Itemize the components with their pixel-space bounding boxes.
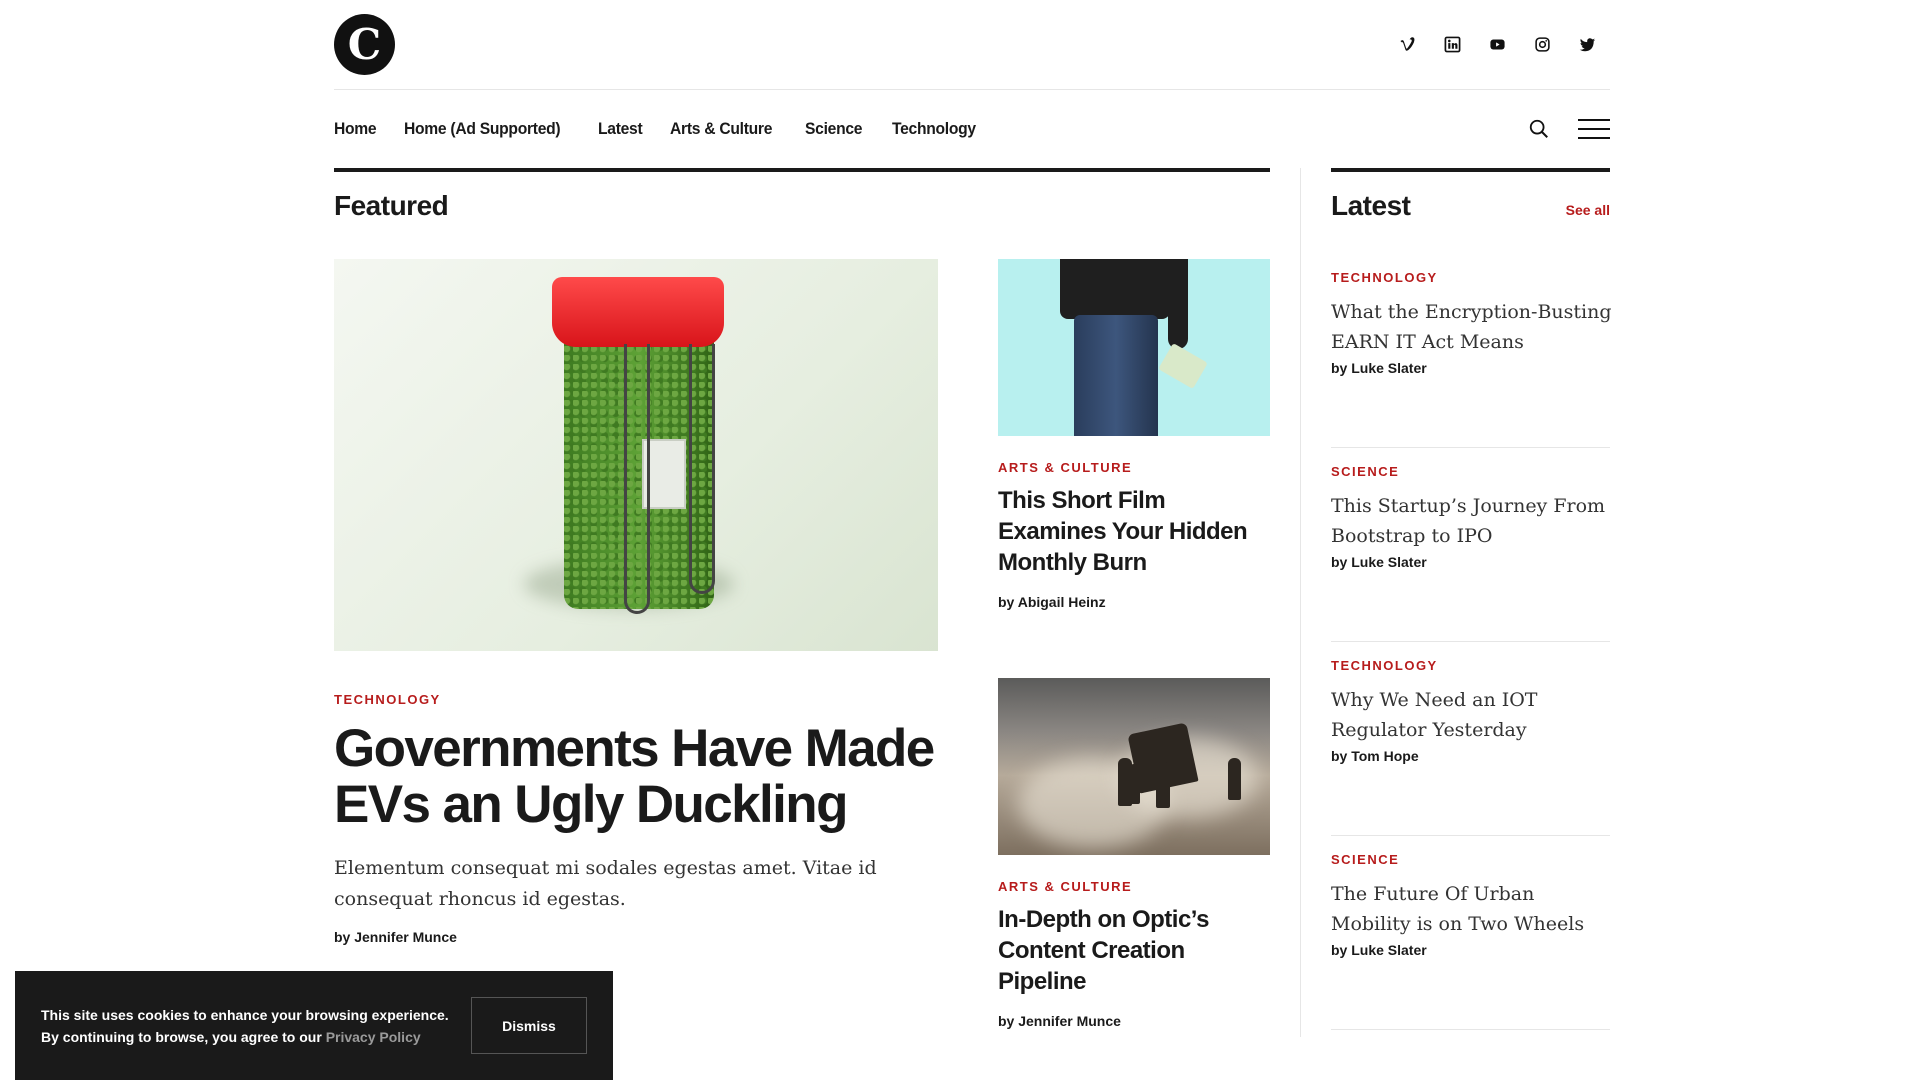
latest-header: Latest See all bbox=[1331, 172, 1610, 226]
social-links bbox=[1385, 30, 1610, 60]
latest-section: Latest See all TECHNOLOGY What the Encry… bbox=[1331, 168, 1612, 1037]
list-item-title[interactable]: What the Encryption-Busting EARN IT Act … bbox=[1331, 297, 1616, 357]
featured-card-byline: by Jennifer Munce bbox=[998, 1013, 1121, 1029]
featured-card: ARTS & CULTURE This Short Film Examines … bbox=[998, 259, 1270, 610]
list-item-title[interactable]: Why We Need an IOT Regulator Yesterday bbox=[1331, 685, 1616, 745]
image-pump-top bbox=[552, 277, 724, 347]
latest-list: TECHNOLOGY What the Encryption-Busting E… bbox=[1331, 254, 1612, 1030]
image-figure bbox=[1228, 758, 1241, 800]
list-item-category[interactable]: TECHNOLOGY bbox=[1331, 658, 1438, 673]
main-content: Featured TECHNOLOGY Governments Have Mad… bbox=[334, 168, 1612, 1037]
list-item-category[interactable]: TECHNOLOGY bbox=[1331, 270, 1438, 285]
featured-card-title[interactable]: This Short Film Examines Your Hidden Mon… bbox=[998, 485, 1270, 578]
instagram-icon[interactable] bbox=[1520, 30, 1565, 60]
list-item-byline: by Luke Slater bbox=[1331, 942, 1427, 958]
nav-item-arts-culture[interactable]: Arts & Culture bbox=[670, 119, 772, 139]
list-item-category[interactable]: SCIENCE bbox=[1331, 852, 1399, 867]
image-money bbox=[1158, 343, 1208, 389]
list-item-category[interactable]: SCIENCE bbox=[1331, 464, 1399, 479]
featured-main-title[interactable]: Governments Have Made EVs an Ugly Duckli… bbox=[334, 721, 935, 833]
privacy-policy-link[interactable]: Privacy Policy bbox=[326, 1029, 421, 1045]
list-item: TECHNOLOGY Why We Need an IOT Regulator … bbox=[1331, 642, 1610, 836]
nav-item-technology[interactable]: Technology bbox=[892, 119, 976, 139]
dismiss-button[interactable]: Dismiss bbox=[471, 997, 587, 1054]
image-figure-arm bbox=[1168, 259, 1188, 349]
image-figure bbox=[1128, 764, 1140, 804]
nav-item-home[interactable]: Home bbox=[334, 119, 377, 139]
nav-items: Home Home (Ad Supported) Latest Arts & C… bbox=[334, 119, 977, 139]
nav-tools bbox=[1528, 118, 1610, 140]
site-header: C bbox=[334, 0, 1610, 90]
youtube-icon[interactable] bbox=[1475, 30, 1520, 60]
see-all-link[interactable]: See all bbox=[1566, 202, 1610, 218]
featured-main-image[interactable] bbox=[334, 259, 938, 651]
list-item-title[interactable]: The Future Of Urban Mobility is on Two W… bbox=[1331, 879, 1616, 939]
cookie-text: This site uses cookies to enhance your b… bbox=[41, 1004, 451, 1048]
twitter-icon[interactable] bbox=[1565, 30, 1610, 60]
list-item-byline: by Luke Slater bbox=[1331, 554, 1427, 570]
image-figure bbox=[1156, 762, 1170, 808]
list-item-byline: by Luke Slater bbox=[1331, 360, 1427, 376]
image-figure-legs bbox=[1074, 315, 1158, 436]
hamburger-menu-icon[interactable] bbox=[1578, 118, 1610, 140]
list-item: TECHNOLOGY What the Encryption-Busting E… bbox=[1331, 254, 1612, 448]
list-item-byline: by Tom Hope bbox=[1331, 748, 1419, 764]
site-logo[interactable]: C bbox=[334, 14, 395, 75]
featured-section: Featured TECHNOLOGY Governments Have Mad… bbox=[334, 168, 1270, 1037]
image-pump-hose bbox=[624, 344, 650, 614]
featured-card-image[interactable] bbox=[998, 259, 1270, 436]
column-divider bbox=[1300, 168, 1301, 1037]
featured-card-category[interactable]: ARTS & CULTURE bbox=[998, 460, 1270, 475]
nav-item-science[interactable]: Science bbox=[805, 119, 862, 139]
list-item: SCIENCE The Future Of Urban Mobility is … bbox=[1331, 836, 1610, 1030]
featured-title: Featured bbox=[334, 190, 449, 221]
featured-card-title[interactable]: In-Depth on Optic’s Content Creation Pip… bbox=[998, 904, 1270, 997]
featured-main-byline: by Jennifer Munce bbox=[334, 929, 457, 945]
page-container: C Home Home (Ad Supported) Latest Arts &… bbox=[334, 0, 1612, 1037]
image-pump-hose bbox=[689, 344, 715, 594]
featured-card: ARTS & CULTURE In-Depth on Optic’s Conte… bbox=[998, 678, 1270, 1029]
vimeo-icon[interactable] bbox=[1385, 30, 1430, 60]
list-item-title[interactable]: This Startup’s Journey From Bootstrap to… bbox=[1331, 491, 1616, 551]
latest-title: Latest bbox=[1331, 190, 1411, 221]
list-item: SCIENCE This Startup’s Journey From Boot… bbox=[1331, 448, 1610, 642]
search-icon[interactable] bbox=[1528, 118, 1550, 140]
featured-card-category[interactable]: ARTS & CULTURE bbox=[998, 879, 1270, 894]
logo-letter: C bbox=[347, 20, 382, 69]
linkedin-icon[interactable] bbox=[1430, 30, 1475, 60]
nav-item-latest[interactable]: Latest bbox=[598, 119, 643, 139]
featured-main-category[interactable]: TECHNOLOGY bbox=[334, 692, 441, 707]
featured-card-byline: by Abigail Heinz bbox=[998, 594, 1106, 610]
primary-nav: Home Home (Ad Supported) Latest Arts & C… bbox=[334, 90, 1610, 168]
cookie-banner: This site uses cookies to enhance your b… bbox=[15, 971, 613, 1080]
nav-item-home-ad-supported[interactable]: Home (Ad Supported) bbox=[404, 119, 561, 139]
featured-card-image[interactable] bbox=[998, 678, 1270, 855]
featured-main-excerpt: Elementum consequat mi sodales egestas a… bbox=[334, 857, 877, 910]
image-figure-torso bbox=[1060, 259, 1170, 319]
